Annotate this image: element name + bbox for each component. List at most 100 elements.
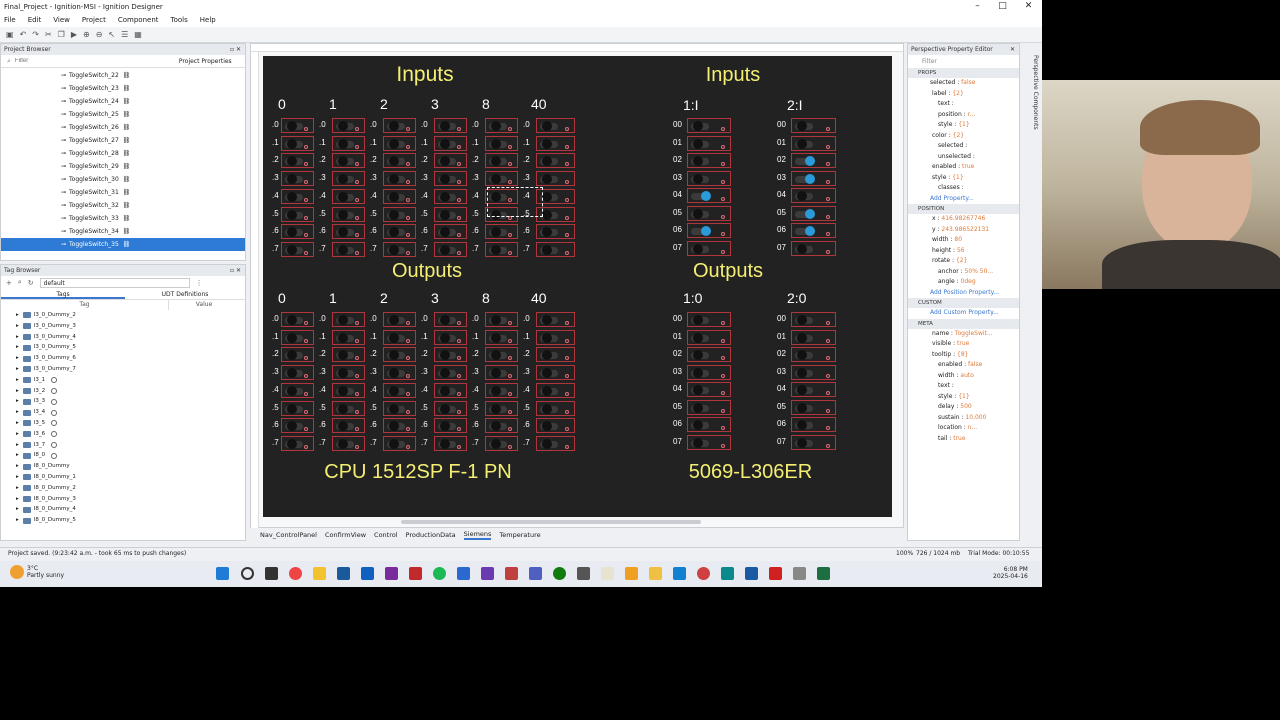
tag-row[interactable]: ▸ I8_0_Dummy [1,461,245,472]
property-value[interactable]: false [961,79,975,86]
toggle-switch[interactable] [383,135,416,151]
property-row[interactable]: angle : 0deg [908,277,1019,288]
tab-control[interactable]: Control [374,531,398,539]
toggle-switch[interactable] [536,135,575,151]
toggle-switch[interactable] [332,435,365,451]
onenote-icon[interactable] [385,567,398,580]
column-tag[interactable]: Tag [1,300,169,310]
menu-project[interactable]: Project [82,16,106,24]
weather-icon[interactable] [10,565,24,579]
toggle-switch[interactable] [383,188,416,204]
property-value[interactable]: 56 [957,247,965,254]
tag-row[interactable]: ▸ I3_2 [1,386,245,397]
property-row[interactable]: style : {1} [908,173,1019,184]
tab-tags[interactable]: Tags [1,289,125,299]
toggle-switch[interactable] [485,365,518,381]
expand-arrow-icon[interactable]: ▸ [16,418,19,429]
project-properties-tab[interactable]: Project Properties [179,58,232,65]
expand-arrow-icon[interactable]: ▸ [16,504,19,515]
property-value[interactable]: ToggleSwit... [955,330,993,337]
expand-arrow-icon[interactable]: ▸ [16,310,19,321]
app-icon[interactable] [529,567,542,580]
toggle-switch[interactable] [791,240,836,256]
expand-arrow-icon[interactable]: ▸ [16,364,19,375]
add-icon[interactable]: + [6,279,12,287]
file-explorer-icon[interactable] [313,567,326,580]
property-row[interactable]: height : 56 [908,246,1019,257]
tag-row[interactable]: ▸ I8_0_Dummy_1 [1,472,245,483]
add-position-property-link[interactable]: Add Position Property... [930,289,999,296]
toggle-switch[interactable] [281,312,314,327]
tab-nav_controlpanel[interactable]: Nav_ControlPanel [260,531,317,539]
toggle-switch[interactable] [536,347,575,363]
toggle-switch[interactable] [536,224,575,240]
toggle-switch[interactable] [791,153,836,168]
toggle-switch[interactable] [536,171,575,187]
project-tree-item[interactable]: ⊸ ToggleSwitch_35 ⛓ [1,238,245,251]
expand-arrow-icon[interactable]: ▸ [16,386,19,397]
toggle-switch[interactable] [434,206,467,222]
toggle-switch[interactable] [281,224,314,240]
column-value[interactable]: Value [169,300,239,310]
toggle-switch[interactable] [791,188,836,203]
toggle-switch[interactable] [687,188,731,203]
toggle-switch[interactable] [536,365,575,381]
toggle-switch[interactable] [434,418,467,434]
expand-arrow-icon[interactable]: ▸ [16,375,19,386]
toggle-switch[interactable] [383,435,416,451]
toggle-switch[interactable] [383,224,416,240]
menu-help[interactable]: Help [200,16,216,24]
project-tree-item[interactable]: ⊸ ToggleSwitch_22 ⛓ [1,69,245,82]
add-custom-property-link[interactable]: Add Custom Property... [930,309,999,316]
toggle-switch[interactable] [332,224,365,240]
toggle-switch[interactable] [383,312,416,327]
property-row[interactable]: visible : true [908,339,1019,350]
toggle-switch[interactable] [687,417,731,432]
meta-section-header[interactable]: META [908,318,1019,329]
panel-close-icon[interactable]: ▫ ✕ [230,265,241,276]
toggle-switch[interactable] [687,329,731,345]
toggle-switch[interactable] [281,241,314,257]
property-row[interactable]: enabled : false [908,360,1019,371]
toggle-switch[interactable] [434,312,467,327]
toggle-switch[interactable] [791,135,836,151]
xbox-icon[interactable] [553,567,566,580]
undo-icon[interactable]: ↶ [20,30,27,39]
toggle-switch[interactable] [485,118,518,133]
property-value[interactable]: 10,000 [965,414,986,421]
horizontal-scrollbar[interactable] [401,520,701,524]
property-row[interactable]: position : r... [908,110,1019,121]
project-tree-item[interactable]: ⊸ ToggleSwitch_33 ⛓ [1,212,245,225]
perspective-components-side-tab[interactable]: Perspective Components [1029,55,1039,145]
toggle-switch[interactable] [383,418,416,434]
toggle-switch[interactable] [281,188,314,204]
toggle-switch[interactable] [434,365,467,381]
property-row[interactable]: name : ToggleSwit... [908,329,1019,340]
expand-arrow-icon[interactable]: ▸ [16,396,19,407]
toggle-switch[interactable] [687,382,731,397]
property-row[interactable]: y : 243.986522131 [908,225,1019,236]
pointer-icon[interactable]: ↖ [108,30,115,39]
app-icon[interactable] [601,567,614,580]
toggle-switch[interactable] [332,329,365,345]
property-value[interactable]: {1} [952,174,963,181]
property-value[interactable]: true [957,340,969,347]
property-row[interactable]: location : n... [908,423,1019,434]
acrobat-icon[interactable] [769,567,782,580]
toggle-switch[interactable] [332,382,365,398]
tab-temperature[interactable]: Temperature [499,531,540,539]
project-tree-item[interactable]: ⊸ ToggleSwitch_32 ⛓ [1,199,245,212]
property-value[interactable]: 80 [954,236,962,243]
project-tree-item[interactable]: ⊸ ToggleSwitch_31 ⛓ [1,186,245,199]
toggle-switch[interactable] [383,118,416,133]
add-property-link[interactable]: Add Property... [930,195,974,202]
custom-section-header[interactable]: CUSTOM [908,298,1019,308]
toggle-switch[interactable] [791,434,836,450]
app-icon[interactable] [697,567,710,580]
property-row[interactable]: classes : [908,183,1019,194]
toggle-switch[interactable] [281,329,314,345]
property-row[interactable]: sustain : 10,000 [908,413,1019,424]
tag-row[interactable]: ▸ I3_0_Dummy_5 [1,342,245,353]
toggle-switch[interactable] [281,347,314,363]
settings-icon[interactable] [793,567,806,580]
